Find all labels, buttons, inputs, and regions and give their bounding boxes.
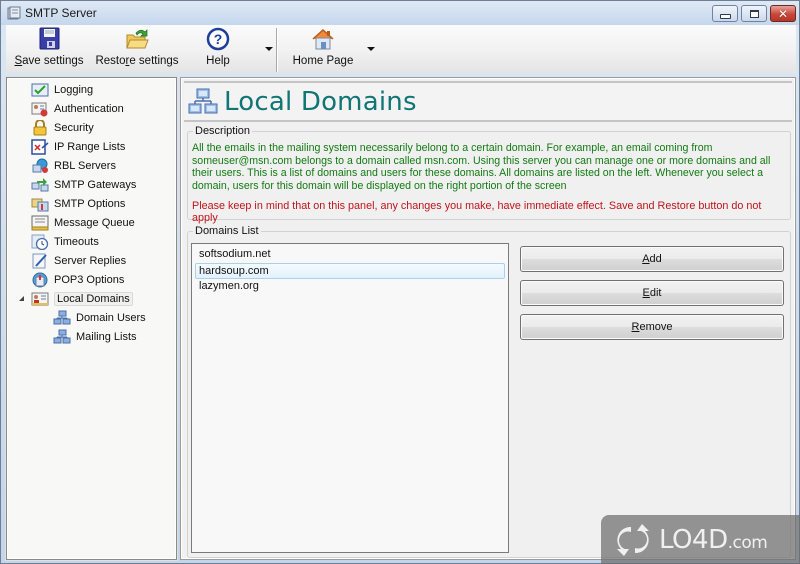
warning-text: Please keep in mind that on this panel, … xyxy=(192,200,762,224)
close-icon: ✕ xyxy=(777,6,789,21)
domains-list-group: Domains List softsodium.net hardsoup.com… xyxy=(187,225,791,558)
help-dropdown-arrow[interactable] xyxy=(265,47,273,51)
restore-settings-button[interactable]: Restore settings xyxy=(94,27,180,71)
svg-text:?: ? xyxy=(214,31,223,47)
local-domains-icon xyxy=(31,292,49,305)
tree-item-smtp-gateways[interactable]: SMTP Gateways xyxy=(31,176,136,193)
description-legend: Description xyxy=(193,125,253,137)
app-icon xyxy=(7,6,21,20)
window-title: SMTP Server xyxy=(25,6,97,20)
domains-list-legend: Domains List xyxy=(193,225,261,237)
logging-icon xyxy=(31,83,49,96)
network-icon xyxy=(53,310,71,324)
domain-list-item[interactable]: hardsoup.com xyxy=(195,263,505,279)
watermark-text: LO4D.com xyxy=(659,525,768,555)
app-window: SMTP Server ✕ Save settings Restore sett… xyxy=(0,0,800,564)
clock-icon xyxy=(31,234,49,250)
lock-icon xyxy=(33,119,47,135)
tree-item-authentication[interactable]: Authentication xyxy=(31,100,124,117)
ip-range-icon xyxy=(31,138,49,155)
smtp-options-icon xyxy=(31,198,49,211)
tree-item-local-domains[interactable]: Local Domains xyxy=(31,290,133,307)
home-page-label: Home Page xyxy=(292,55,354,67)
page-title: Local Domains xyxy=(224,87,417,117)
tree-item-timeouts[interactable]: Timeouts xyxy=(31,233,99,250)
floppy-disk-icon xyxy=(39,27,60,50)
toolbar-separator xyxy=(276,28,278,72)
folder-restore-icon xyxy=(126,29,149,49)
watermark: LO4D.com xyxy=(601,515,800,564)
tree-item-ip-range-lists[interactable]: IP Range Lists xyxy=(31,138,125,155)
tree-item-rbl-servers[interactable]: RBL Servers xyxy=(31,157,116,174)
maximize-button[interactable] xyxy=(741,5,767,22)
tree-item-message-queue[interactable]: Message Queue xyxy=(31,214,135,231)
minimize-icon xyxy=(719,13,731,19)
rbl-servers-icon xyxy=(32,158,48,173)
description-text: All the emails in the mailing system nec… xyxy=(192,142,771,192)
pop3-icon xyxy=(32,272,48,287)
help-icon: ? xyxy=(206,27,230,51)
domains-listbox[interactable]: softsodium.net hardsoup.com lazymen.org xyxy=(191,243,509,553)
message-queue-icon xyxy=(31,215,49,230)
description-group: Description All the emails in the mailin… xyxy=(187,125,791,224)
save-settings-label: Save settings xyxy=(14,55,84,67)
authentication-icon xyxy=(31,102,48,116)
add-domain-button[interactable]: Add xyxy=(520,246,784,272)
tree-item-mailing-lists[interactable]: Mailing Lists xyxy=(53,328,137,345)
help-label: Help xyxy=(206,55,230,67)
navigation-tree: Logging Authentication Security IP Range… xyxy=(6,77,177,560)
home-icon xyxy=(312,28,334,50)
title-bar: SMTP Server ✕ xyxy=(1,1,799,25)
minimize-button[interactable] xyxy=(712,5,738,22)
tree-item-smtp-options[interactable]: SMTP Options xyxy=(31,195,125,212)
expand-collapse-toggle[interactable] xyxy=(19,296,24,301)
remove-domain-button[interactable]: Remove xyxy=(520,314,784,340)
lo4d-logo-icon xyxy=(617,524,649,556)
help-button[interactable]: ? Help xyxy=(194,27,242,71)
edit-domain-button[interactable]: Edit xyxy=(520,280,784,306)
page-header: Local Domains xyxy=(184,81,792,122)
home-page-dropdown-arrow[interactable] xyxy=(367,47,375,51)
maximize-icon xyxy=(749,9,759,18)
save-settings-button[interactable]: Save settings xyxy=(10,27,88,71)
tree-item-security[interactable]: Security xyxy=(31,119,94,136)
content-panel: Local Domains Description All the emails… xyxy=(180,77,796,560)
tree-item-domain-users[interactable]: Domain Users xyxy=(53,309,146,326)
domain-list-item[interactable]: lazymen.org xyxy=(195,279,505,295)
close-button[interactable]: ✕ xyxy=(770,5,796,22)
tree-item-logging[interactable]: Logging xyxy=(31,81,93,98)
domain-list-item[interactable]: softsodium.net xyxy=(195,247,505,263)
network-icon xyxy=(188,88,218,114)
server-replies-icon xyxy=(32,253,47,268)
tree-item-server-replies[interactable]: Server Replies xyxy=(31,252,126,269)
network-icon xyxy=(53,329,71,343)
restore-settings-label: Restore settings xyxy=(95,55,179,67)
gateway-icon xyxy=(31,177,49,191)
tree-item-pop3-options[interactable]: POP3 Options xyxy=(31,271,124,288)
home-page-button[interactable]: Home Page xyxy=(288,27,358,71)
toolbar: Save settings Restore settings ? Help Ho… xyxy=(6,25,796,73)
